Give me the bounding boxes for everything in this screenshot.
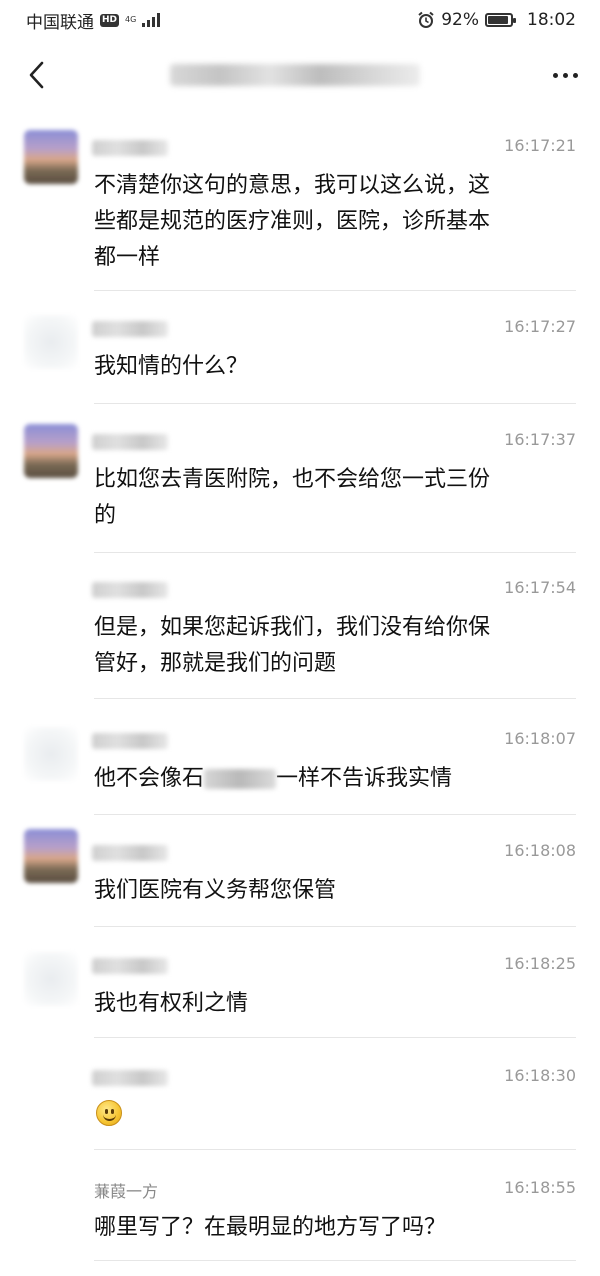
message-text[interactable]: 比如您去青医附院，也不会给您一式三份 的 <box>94 462 564 534</box>
message-line: 比如您去青医附院，也不会给您一式三份 <box>94 467 491 492</box>
smiley-emoji-icon[interactable] <box>96 1100 122 1126</box>
message-text[interactable]: 我也有权利之情 <box>94 986 564 1022</box>
divider <box>94 1037 576 1038</box>
status-right: 92% 18:02 <box>417 10 576 30</box>
avatar[interactable] <box>24 727 78 781</box>
message-line: 我们医院有义务帮您保管 <box>94 878 337 903</box>
chat-title-redacted <box>170 64 420 86</box>
message-time: 16:18:55 <box>504 1178 576 1197</box>
chat-message: 16:17:27 我知情的什么？ <box>0 311 600 404</box>
message-line: 都一样 <box>94 245 161 270</box>
sender-name-redacted <box>92 582 168 598</box>
status-left: 中国联通 HD 4G <box>26 8 161 33</box>
message-text[interactable]: 但是，如果您起诉我们，我们没有给你保 管好，那就是我们的问题 <box>94 610 564 682</box>
avatar[interactable] <box>24 424 78 478</box>
message-text[interactable]: 不清楚你这句的意思，我可以这么说，这 些都是规范的医疗准则，医院，诊所基本 都一… <box>94 168 564 276</box>
chat-message: 16:18:07 他不会像石 一样不告诉我实情 <box>0 723 600 815</box>
message-text[interactable]: 我知情的什么？ <box>94 349 564 385</box>
message-text-part: 一样不告诉我实情 <box>276 766 453 791</box>
message-line: 不清楚你这句的意思，我可以这么说，这 <box>94 173 491 198</box>
divider <box>94 1149 576 1150</box>
more-button[interactable] <box>553 67 578 84</box>
chat-message: 16:18:25 我也有权利之情 <box>0 948 600 1040</box>
carrier-label: 中国联通 <box>26 12 94 33</box>
avatar[interactable] <box>24 130 78 184</box>
divider <box>94 926 576 927</box>
chat-message: 16:17:21 不清楚你这句的意思，我可以这么说，这 些都是规范的医疗准则，医… <box>0 130 600 291</box>
divider <box>94 698 576 699</box>
message-text[interactable]: 哪里写了？在最明显的地方写了吗？ <box>94 1210 564 1246</box>
divider <box>94 1260 576 1261</box>
message-text[interactable]: 我们医院有义务帮您保管 <box>94 873 564 909</box>
hd-badge: HD <box>100 13 120 27</box>
message-line: 的 <box>94 503 117 528</box>
avatar[interactable] <box>24 315 78 369</box>
redacted-name <box>204 769 277 789</box>
avatar[interactable] <box>24 829 78 883</box>
network-label: 4G <box>125 15 137 24</box>
divider <box>94 814 576 815</box>
more-dots-icon <box>553 72 558 78</box>
message-text[interactable]: 他不会像石 一样不告诉我实情 <box>94 761 564 797</box>
chat-message: 蒹葭一方 16:18:55 哪里写了？在最明显的地方写了吗？ <box>0 1172 600 1264</box>
message-time: 16:17:37 <box>504 430 576 449</box>
message-time: 16:17:27 <box>504 317 576 336</box>
message-line: 我也有权利之情 <box>94 991 249 1016</box>
chat-message: 16:18:30 <box>0 1060 600 1152</box>
sender-name-redacted <box>92 845 168 861</box>
back-button[interactable] <box>22 60 52 90</box>
message-time: 16:18:30 <box>504 1066 576 1085</box>
battery-level <box>488 16 509 24</box>
message-line: 管好，那就是我们的问题 <box>94 651 337 676</box>
divider <box>94 290 576 291</box>
message-text-part: 他不会像石 <box>94 766 205 791</box>
message-time: 16:17:21 <box>504 136 576 155</box>
message-time: 16:17:54 <box>504 578 576 597</box>
message-line: 我知情的什么？ <box>94 354 249 379</box>
nav-bar <box>0 40 600 110</box>
message-time: 16:18:08 <box>504 841 576 860</box>
alarm-icon <box>418 11 434 28</box>
message-time: 16:18:25 <box>504 954 576 973</box>
message-line: 些都是规范的医疗准则，医院，诊所基本 <box>94 209 491 234</box>
divider <box>94 403 576 404</box>
battery-percent: 92% <box>441 10 479 30</box>
sender-name-redacted <box>92 733 168 749</box>
sender-name: 蒹葭一方 <box>94 1182 159 1201</box>
chat-message: 16:17:37 比如您去青医附院，也不会给您一式三份 的 <box>0 424 600 553</box>
clock: 18:02 <box>527 10 576 30</box>
message-line: 但是，如果您起诉我们，我们没有给你保 <box>94 615 491 640</box>
divider <box>94 552 576 553</box>
sender-name-redacted <box>92 1070 168 1086</box>
battery-icon <box>485 13 516 27</box>
chat-message: 16:17:54 但是，如果您起诉我们，我们没有给你保 管好，那就是我们的问题 <box>0 572 600 700</box>
chevron-left-icon <box>29 61 44 89</box>
avatar[interactable] <box>24 952 78 1006</box>
status-bar: 中国联通 HD 4G 92% 18:02 <box>0 0 600 40</box>
sender-name-redacted <box>92 434 168 450</box>
message-time: 16:18:07 <box>504 729 576 748</box>
sender-name-redacted <box>92 140 168 156</box>
sender-name-redacted <box>92 321 168 337</box>
chat-message: 16:18:08 我们医院有义务帮您保管 <box>0 829 600 927</box>
message-line: 哪里写了？在最明显的地方写了吗？ <box>94 1215 447 1240</box>
signal-icon <box>142 13 161 27</box>
sender-name-redacted <box>92 958 168 974</box>
